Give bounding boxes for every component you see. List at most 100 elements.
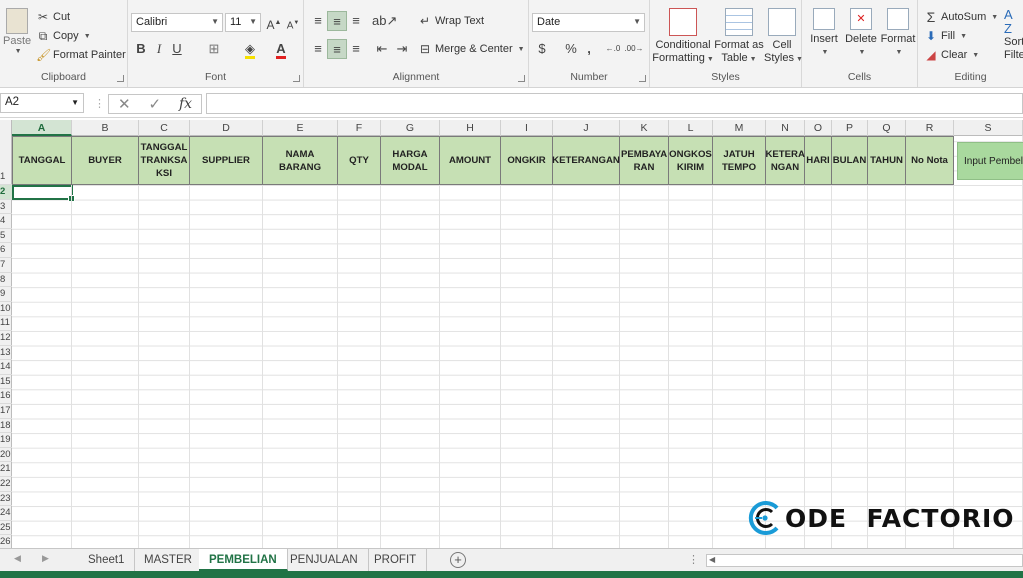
font-launcher-icon[interactable] (293, 75, 300, 82)
cancel-icon[interactable]: ✕ (118, 95, 131, 113)
clipboard-launcher-icon[interactable] (117, 75, 124, 82)
table-header-cell[interactable]: ONGKIR (501, 136, 553, 185)
number-format-select[interactable]: Date ▼ (532, 13, 645, 32)
autosum-button[interactable]: Σ AutoSum ▼ (924, 10, 999, 24)
row-header[interactable]: 9 (0, 287, 12, 302)
column-header[interactable]: L (669, 120, 713, 136)
next-sheet-icon[interactable]: ▶ (42, 553, 49, 564)
align-bottom-button[interactable]: ≡ (346, 11, 366, 31)
row-header[interactable]: 10 (0, 302, 12, 317)
conditional-formatting-button[interactable]: Conditional Formatting ▼ (652, 8, 714, 66)
row-header[interactable]: 6 (0, 243, 12, 258)
bold-button[interactable]: B (131, 39, 151, 59)
row-header[interactable]: 18 (0, 419, 12, 434)
row-header[interactable]: 22 (0, 477, 12, 492)
table-header-cell[interactable]: KETERA NGAN (765, 136, 805, 185)
formula-input[interactable] (206, 93, 1023, 114)
sort-filter-button[interactable]: AZ Sort Filte (1004, 8, 1023, 62)
select-all-button[interactable] (0, 120, 12, 136)
font-size-select[interactable]: 11 ▼ (225, 13, 261, 32)
table-header-cell[interactable]: BUYER (72, 136, 139, 185)
row-header[interactable]: 24 (0, 506, 12, 521)
percent-button[interactable]: % (561, 39, 581, 59)
format-as-table-button[interactable]: Format as Table ▼ (714, 8, 764, 66)
comma-button[interactable]: , (579, 39, 599, 59)
row-header[interactable]: 21 (0, 462, 12, 477)
fill-button[interactable]: ⬇ Fill ▼ (924, 29, 967, 43)
orientation-button[interactable]: ab↗ (372, 11, 397, 31)
scroll-left-icon[interactable]: ◀ (709, 555, 715, 564)
column-header[interactable]: M (713, 120, 766, 136)
row-header[interactable]: 8 (0, 273, 12, 288)
font-name-select[interactable]: Calibri ▼ (131, 13, 223, 32)
column-header[interactable]: I (501, 120, 553, 136)
tab-splitter-icon[interactable]: ⋮ (688, 553, 699, 566)
increase-decimal-button[interactable]: ←.0 (603, 39, 623, 59)
table-header-cell[interactable]: TANGGAL TRANKSA KSI (139, 136, 190, 185)
input-pembelian-button[interactable]: Input Pembel (957, 142, 1023, 180)
insert-function-button[interactable]: fx (179, 96, 192, 112)
column-header[interactable]: K (620, 120, 669, 136)
cut-button[interactable]: ✂ Cut (36, 10, 70, 24)
row-header[interactable]: 7 (0, 258, 12, 273)
column-header[interactable]: D (190, 120, 263, 136)
align-center-button[interactable]: ≡ (327, 39, 347, 59)
row-header[interactable]: 11 (0, 316, 12, 331)
table-header-cell[interactable]: JATUH TEMPO (713, 136, 766, 185)
row-header[interactable]: 23 (0, 492, 12, 507)
underline-button[interactable]: U (167, 39, 187, 59)
delete-button[interactable]: ✕ Delete ▼ (842, 8, 880, 59)
wrap-text-button[interactable]: ↵ Wrap Text (418, 14, 484, 28)
grow-font-button[interactable]: A▲ (264, 13, 284, 33)
column-header[interactable]: R (906, 120, 954, 136)
previous-sheet-icon[interactable]: ◀ (14, 553, 21, 564)
table-header-cell[interactable]: NAMA BARANG (263, 136, 338, 185)
table-header-cell[interactable]: KETERANGAN (552, 136, 620, 185)
sheet-tab[interactable]: MASTER (134, 549, 203, 571)
horizontal-scrollbar[interactable]: ◀ (706, 554, 1023, 567)
table-header-cell[interactable]: AMOUNT (440, 136, 501, 185)
align-left-button[interactable]: ≡ (308, 39, 328, 59)
row-header[interactable]: 15 (0, 375, 12, 390)
column-header[interactable]: A (12, 120, 72, 136)
row-header[interactable]: 17 (0, 404, 12, 419)
format-button[interactable]: Format ▼ (879, 8, 917, 59)
fill-color-button[interactable]: ◈ (240, 39, 260, 59)
insert-button[interactable]: Insert ▼ (805, 8, 843, 59)
column-header[interactable]: F (338, 120, 381, 136)
column-header[interactable]: O (805, 120, 832, 136)
align-middle-button[interactable]: ≡ (327, 11, 347, 31)
row-header[interactable]: 13 (0, 346, 12, 361)
table-header-cell[interactable]: HARI (805, 136, 832, 185)
row-header[interactable]: 3 (0, 200, 12, 215)
row-header[interactable]: 20 (0, 448, 12, 463)
column-header[interactable]: G (381, 120, 440, 136)
table-header-cell[interactable]: BULAN (832, 136, 868, 185)
number-launcher-icon[interactable] (639, 75, 646, 82)
sheet-tab[interactable]: Sheet1 (78, 549, 136, 571)
cell-styles-button[interactable]: Cell Styles ▼ (764, 8, 803, 66)
row-header[interactable]: 5 (0, 229, 12, 244)
copy-button[interactable]: ⧉ Copy ▼ (36, 29, 91, 43)
sheet-tab[interactable]: PENJUALAN (280, 549, 369, 571)
column-header[interactable]: S (954, 120, 1023, 136)
alignment-launcher-icon[interactable] (518, 75, 525, 82)
table-header-cell[interactable]: SUPPLIER (190, 136, 263, 185)
column-header[interactable]: N (766, 120, 805, 136)
currency-button[interactable]: $ (532, 39, 552, 59)
paste-button[interactable]: Paste ▼ (3, 8, 31, 55)
table-header-cell[interactable]: TAHUN (868, 136, 906, 185)
checkmark-icon[interactable]: ✓ (148, 95, 161, 113)
shrink-font-button[interactable]: A▼ (283, 13, 303, 33)
clear-button[interactable]: ◢ Clear ▼ (924, 48, 979, 62)
sheet-tab[interactable]: PEMBELIAN (199, 549, 288, 571)
row-header[interactable]: 14 (0, 360, 12, 375)
table-header-cell[interactable]: ONGKOS KIRIM (669, 136, 713, 185)
name-box[interactable]: A2 ▼ (0, 93, 84, 113)
row-header[interactable]: 2 (0, 185, 12, 200)
decrease-decimal-button[interactable]: .00→ (624, 39, 644, 59)
borders-button[interactable]: ⊞ (204, 39, 224, 59)
increase-indent-button[interactable]: ⇥ (392, 39, 412, 59)
column-header[interactable]: J (553, 120, 620, 136)
row-header[interactable]: 4 (0, 214, 12, 229)
